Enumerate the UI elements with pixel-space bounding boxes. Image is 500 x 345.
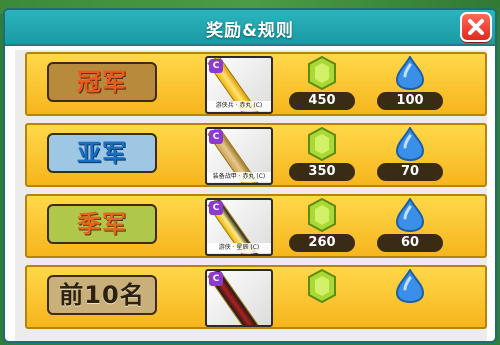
reward-row-top10: 前10名 C: [25, 265, 487, 329]
item-name: 装备战甲 · 赤丸 (C): [207, 172, 271, 182]
dialog-header: 奖励&规则: [5, 10, 495, 46]
gold-amount: 260: [289, 234, 355, 252]
gem-amount: 70: [377, 163, 443, 181]
rank-label: 前10名: [47, 275, 157, 315]
reward-item-card[interactable]: C 装备战甲 · 赤丸 (C): [205, 127, 273, 185]
rank-label: 冠军: [47, 62, 157, 102]
rewards-dialog: 奖励&规则 冠军 C 游侠兵 · 赤丸 (C) 450 100 亚军 C 装备战…: [3, 8, 497, 343]
blue-gem-icon: [395, 127, 425, 161]
reward-row-runner-up: 亚军 C 装备战甲 · 赤丸 (C) 350 70: [25, 123, 487, 187]
reward-row-third: 季军 C 游侠 · 星辰 (C) 260 60: [25, 194, 487, 258]
dialog-title: 奖励&规则: [206, 21, 294, 41]
rewards-list[interactable]: 冠军 C 游侠兵 · 赤丸 (C) 450 100 亚军 C 装备战甲 · 赤丸…: [15, 50, 487, 341]
blue-gem-icon: [395, 198, 425, 232]
close-button[interactable]: [460, 12, 492, 42]
gem-amount: 60: [377, 234, 443, 252]
blue-gem-icon: [395, 269, 425, 303]
grade-badge: C: [209, 59, 223, 73]
gold-amount: 350: [289, 163, 355, 181]
reward-item-card[interactable]: C 游侠兵 · 赤丸 (C): [205, 56, 273, 114]
grade-badge: C: [209, 130, 223, 144]
reward-item-card[interactable]: C: [205, 269, 273, 327]
grade-badge: C: [209, 272, 223, 286]
blue-gem-icon: [395, 56, 425, 90]
reward-row-champion: 冠军 C 游侠兵 · 赤丸 (C) 450 100: [25, 52, 487, 116]
green-crystal-icon: [308, 269, 336, 303]
item-name: 游侠兵 · 赤丸 (C): [207, 101, 271, 111]
reward-item-card[interactable]: C 游侠 · 星辰 (C): [205, 198, 273, 256]
item-name: 游侠 · 星辰 (C): [207, 243, 271, 253]
gem-amount: 100: [377, 92, 443, 110]
grade-badge: C: [209, 201, 223, 215]
rank-label: 亚军: [47, 133, 157, 173]
gold-amount: 450: [289, 92, 355, 110]
rank-label: 季军: [47, 204, 157, 244]
green-crystal-icon: [308, 56, 336, 90]
green-crystal-icon: [308, 127, 336, 161]
close-icon: [468, 19, 484, 35]
green-crystal-icon: [308, 198, 336, 232]
